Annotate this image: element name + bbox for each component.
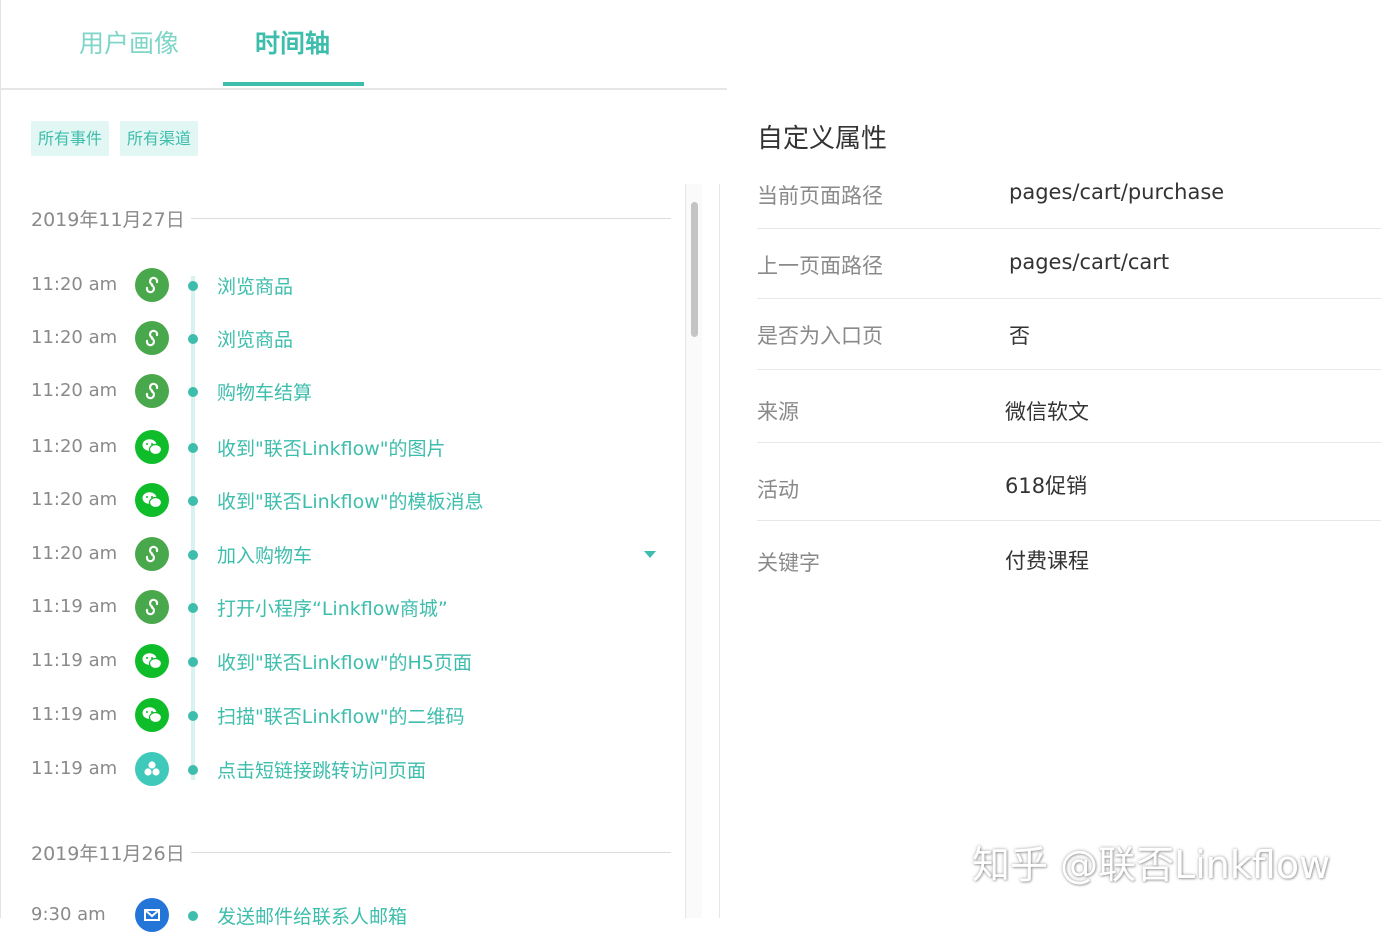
date-header: 2019年11月26日 (31, 837, 671, 867)
event-label[interactable]: 打开小程序“Linkflow商城” (217, 594, 448, 621)
attribute-value: 618促销 (1005, 474, 1088, 498)
expand-caret-icon[interactable] (644, 551, 656, 558)
attribute-key: 活动 (757, 478, 799, 502)
timeline-dot (188, 603, 198, 613)
attribute-value: pages/cart/cart (1009, 250, 1170, 274)
timeline-dot (188, 334, 198, 344)
date-divider (190, 217, 671, 219)
zhihu-watermark: 知乎 @联否Linkflow (972, 843, 1331, 887)
attribute-row: 是否为入口页 否 (757, 299, 1381, 370)
timeline-event: 11:20 am 浏览商品 (1, 319, 681, 359)
attribute-value: pages/cart/purchase (1009, 180, 1225, 204)
wechat-icon (135, 430, 169, 464)
wechat-icon (135, 644, 169, 678)
timeline-event: 11:19 am 点击短链接跳转访问页面 (1, 750, 681, 790)
event-time: 11:19 am (31, 704, 118, 725)
event-time: 11:20 am (31, 436, 118, 457)
attribute-value: 微信软文 (1005, 400, 1089, 424)
attribute-row: 来源 微信软文 (757, 370, 1381, 443)
mini-program-icon (135, 537, 169, 571)
custom-attributes-title: 自定义属性 (757, 124, 888, 154)
scrollbar-thumb[interactable] (691, 202, 698, 337)
date-label: 2019年11月27日 (31, 208, 185, 231)
event-label[interactable]: 发送邮件给联系人邮箱 (217, 902, 407, 929)
attribute-key: 上一页面路径 (757, 254, 883, 278)
attribute-row: 活动 618促销 (757, 443, 1381, 521)
timeline-dot (188, 443, 198, 453)
timeline-dot (188, 387, 198, 397)
attribute-key: 关键字 (757, 551, 820, 575)
timeline-event: 11:20 am 浏览商品 (1, 266, 681, 306)
timeline-panel: 用户画像 时间轴 所有事件 所有渠道 2019年11月27日 11:20 am … (0, 0, 727, 932)
timeline-dot (188, 711, 198, 721)
attribute-key: 是否为入口页 (757, 324, 883, 348)
timeline-event: 11:19 am 扫描"联否Linkflow"的二维码 (1, 696, 681, 736)
event-label[interactable]: 收到"联否Linkflow"的模板消息 (217, 487, 484, 514)
attribute-row: 当前页面路径 pages/cart/purchase (757, 168, 1381, 229)
event-label[interactable]: 点击短链接跳转访问页面 (217, 756, 426, 783)
attribute-row: 关键字 付费课程 (757, 521, 1381, 597)
tab-user-profile[interactable]: 用户画像 (79, 24, 179, 64)
event-label[interactable]: 浏览商品 (217, 325, 293, 352)
event-label[interactable]: 收到"联否Linkflow"的H5页面 (217, 648, 472, 675)
event-time: 11:19 am (31, 650, 118, 671)
mini-program-icon (135, 590, 169, 624)
short-link-icon (135, 752, 169, 786)
event-label[interactable]: 收到"联否Linkflow"的图片 (217, 434, 446, 461)
active-tab-indicator (223, 82, 364, 86)
event-label[interactable]: 购物车结算 (217, 378, 312, 405)
scrollbar[interactable] (685, 184, 702, 918)
attribute-row: 上一页面路径 pages/cart/cart (757, 229, 1381, 299)
attribute-value: 付费课程 (1005, 549, 1089, 573)
date-header: 2019年11月27日 (31, 203, 671, 233)
event-time: 11:20 am (31, 543, 118, 564)
mail-icon (135, 898, 169, 932)
mini-program-icon (135, 321, 169, 355)
timeline-event: 11:20 am 加入购物车 (1, 535, 681, 575)
timeline-event: 11:20 am 收到"联否Linkflow"的模板消息 (1, 481, 681, 521)
event-label[interactable]: 加入购物车 (217, 541, 312, 568)
event-time: 11:20 am (31, 327, 118, 348)
date-label: 2019年11月26日 (31, 842, 185, 865)
event-time: 11:20 am (31, 380, 118, 401)
mini-program-icon (135, 374, 169, 408)
all-events-filter[interactable]: 所有事件 (31, 121, 110, 156)
timeline-dot (188, 657, 198, 667)
tab-timeline[interactable]: 时间轴 (255, 24, 330, 64)
timeline-event: 11:19 am 打开小程序“Linkflow商城” (1, 588, 681, 628)
timeline-dot (188, 550, 198, 560)
event-time: 11:20 am (31, 489, 118, 510)
wechat-icon (135, 698, 169, 732)
timeline-dot (188, 911, 198, 921)
timeline-dot (188, 765, 198, 775)
timeline-dot (188, 496, 198, 506)
timeline-event: 11:19 am 收到"联否Linkflow"的H5页面 (1, 642, 681, 682)
event-time: 11:20 am (31, 274, 118, 295)
timeline-event: 11:20 am 收到"联否Linkflow"的图片 (1, 428, 681, 468)
attribute-value: 否 (1009, 324, 1030, 348)
event-time: 11:19 am (31, 758, 118, 779)
event-time: 9:30 am (31, 904, 106, 925)
timeline-event: 11:20 am 购物车结算 (1, 372, 681, 412)
timeline-dot (188, 281, 198, 291)
date-divider (190, 851, 671, 853)
attribute-key: 当前页面路径 (757, 184, 883, 208)
tab-bar: 用户画像 时间轴 (1, 0, 727, 90)
wechat-icon (135, 483, 169, 517)
all-channels-filter[interactable]: 所有渠道 (120, 121, 199, 156)
attribute-key: 来源 (757, 400, 799, 424)
mini-program-icon (135, 268, 169, 302)
event-time: 11:19 am (31, 596, 118, 617)
timeline-event: 9:30 am 发送邮件给联系人邮箱 (1, 896, 681, 936)
event-label[interactable]: 扫描"联否Linkflow"的二维码 (217, 702, 465, 729)
event-label[interactable]: 浏览商品 (217, 272, 293, 299)
